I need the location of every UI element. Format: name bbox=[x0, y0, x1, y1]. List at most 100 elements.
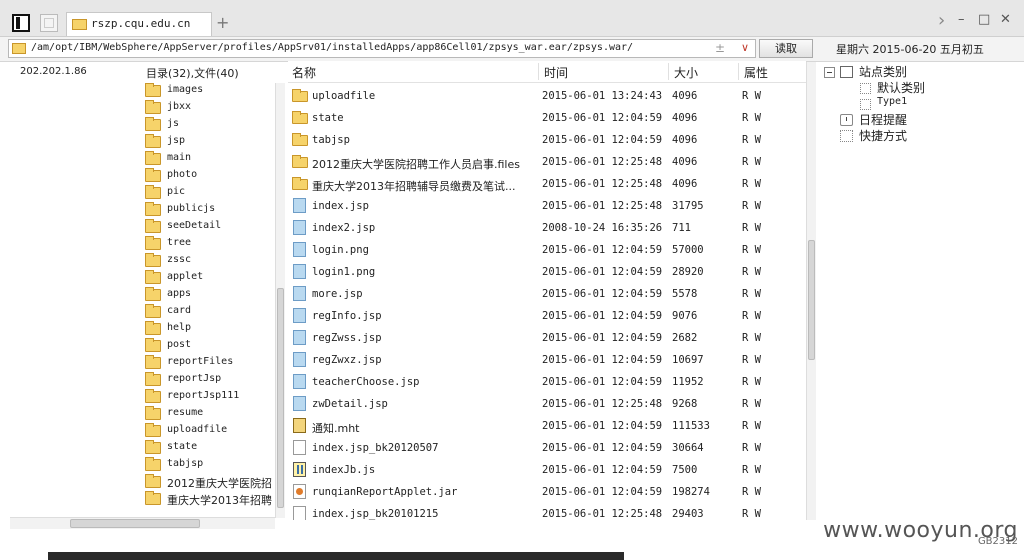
folder-icon bbox=[145, 423, 161, 437]
file-row[interactable]: login1.png 2015-06-01 12:04:59 28920 R W bbox=[288, 261, 806, 283]
tab-rszp[interactable]: rszp.cqu.edu.cn bbox=[66, 12, 212, 36]
folder-icon bbox=[145, 355, 161, 369]
category-icon bbox=[860, 83, 871, 94]
server-ip: 202.202.1.86 bbox=[20, 66, 87, 77]
date-display: 星期六 2015-06-20 五月初五 bbox=[836, 43, 984, 56]
folder-icon bbox=[145, 474, 161, 488]
site-category-icon bbox=[840, 66, 853, 78]
file-row[interactable]: index.jsp_bk20120507 2015-06-01 12:04:59 3… bbox=[288, 437, 806, 459]
file-row[interactable]: 重庆大学2013年招聘辅导员缴费及笔试... 2015-06-01 12:25:4… bbox=[288, 173, 806, 195]
document-icon bbox=[293, 374, 306, 389]
file-row[interactable]: index2.jsp 2008-10-24 16:35:26 711 R W bbox=[288, 217, 806, 239]
file-row[interactable]: uploadfile 2015-06-01 13:24:43 4096 R W bbox=[288, 85, 806, 107]
default-category[interactable]: 默认类别 bbox=[877, 79, 925, 96]
file-list: uploadfile 2015-06-01 13:24:43 4096 R W sta… bbox=[288, 85, 806, 520]
file-row[interactable]: regZwxz.jsp 2015-06-01 12:04:59 10697 R W bbox=[288, 349, 806, 371]
sidebar-toggle-icon[interactable] bbox=[12, 14, 30, 32]
folder-icon bbox=[292, 133, 308, 146]
file-row[interactable]: runqianReportApplet.jar 2015-06-01 12:04:… bbox=[288, 481, 806, 503]
folder-icon bbox=[12, 43, 26, 54]
column-size[interactable]: 大小 bbox=[674, 64, 698, 81]
category-type1[interactable]: Type1 bbox=[877, 96, 907, 107]
column-divider bbox=[538, 63, 539, 80]
folder-icon bbox=[145, 219, 161, 233]
document-icon bbox=[293, 242, 306, 257]
tree-horizontal-scrollbar[interactable] bbox=[10, 517, 275, 529]
file-row[interactable]: tabjsp 2015-06-01 12:04:59 4096 R W bbox=[288, 129, 806, 151]
tree-header: 目录(32),文件(40) bbox=[146, 67, 239, 80]
file-list-scrollbar[interactable] bbox=[806, 62, 816, 520]
file-row[interactable]: regZwss.jsp 2015-06-01 12:04:59 2682 R W bbox=[288, 327, 806, 349]
address-field[interactable]: /am/opt/IBM/WebSphere/AppServer/profiles… bbox=[8, 39, 756, 58]
tab-bar: rszp.cqu.edu.cn + › – □ ✕ bbox=[0, 0, 1024, 37]
scroll-thumb[interactable] bbox=[70, 519, 200, 528]
plus-minus-icon[interactable]: ± bbox=[715, 41, 725, 55]
blank-file-icon bbox=[293, 440, 306, 455]
folder-icon bbox=[145, 202, 161, 216]
shortcuts[interactable]: 快捷方式 bbox=[859, 127, 907, 144]
folder-icon bbox=[145, 185, 161, 199]
file-row[interactable]: indexJb.js 2015-06-01 12:04:59 7500 R W bbox=[288, 459, 806, 481]
clock-icon bbox=[840, 114, 853, 126]
folder-icon bbox=[145, 304, 161, 318]
folder-icon bbox=[292, 111, 308, 124]
page-icon[interactable] bbox=[40, 14, 58, 32]
file-row[interactable]: 2012重庆大学医院招聘工作人员启事.files 2015-06-01 12:25… bbox=[288, 151, 806, 173]
tree-vertical-scrollbar[interactable] bbox=[275, 83, 285, 518]
document-icon bbox=[293, 330, 306, 345]
blank-file-icon bbox=[293, 506, 306, 520]
file-row[interactable]: zwDetail.jsp 2015-06-01 12:25:48 9268 R W bbox=[288, 393, 806, 415]
column-time[interactable]: 时间 bbox=[544, 64, 568, 81]
bottom-strip bbox=[48, 552, 624, 560]
column-name[interactable]: 名称 bbox=[292, 64, 316, 81]
file-row[interactable]: state 2015-06-01 12:04:59 4096 R W bbox=[288, 107, 806, 129]
document-icon bbox=[293, 220, 306, 235]
script-file-icon bbox=[293, 462, 306, 477]
file-row[interactable]: 通知.mht 2015-06-01 12:04:59 111533 R W bbox=[288, 415, 806, 437]
file-row[interactable]: more.jsp 2015-06-01 12:04:59 5578 R W bbox=[288, 283, 806, 305]
scroll-thumb[interactable] bbox=[808, 240, 815, 360]
maximize-button[interactable]: □ bbox=[978, 12, 990, 27]
document-icon bbox=[293, 198, 306, 213]
new-tab-button[interactable]: + bbox=[216, 13, 229, 32]
folder-icon bbox=[145, 440, 161, 454]
folder-icon bbox=[145, 287, 161, 301]
folder-icon bbox=[145, 321, 161, 335]
minimize-button[interactable]: – bbox=[958, 12, 965, 27]
folder-icon bbox=[145, 491, 161, 505]
file-row[interactable]: index.jsp_bk20101215 2015-06-01 12:25:48 2… bbox=[288, 503, 806, 520]
chevron-right-icon[interactable]: › bbox=[938, 10, 945, 31]
folder-icon bbox=[145, 270, 161, 284]
site-panel: 站点类别 默认类别 Type1 日程提醒 快捷方式 bbox=[818, 62, 1024, 522]
document-icon bbox=[293, 286, 306, 301]
folder-icon bbox=[145, 389, 161, 403]
document-icon bbox=[293, 396, 306, 411]
file-row[interactable]: login.png 2015-06-01 12:04:59 57000 R W bbox=[288, 239, 806, 261]
schedule-reminder[interactable]: 日程提醒 bbox=[859, 111, 907, 128]
close-button[interactable]: ✕ bbox=[1000, 12, 1011, 27]
java-archive-icon bbox=[293, 484, 306, 499]
category-icon bbox=[860, 99, 871, 110]
folder-icon bbox=[145, 117, 161, 131]
read-button[interactable]: 读取 bbox=[759, 39, 813, 58]
file-row[interactable]: index.jsp 2015-06-01 12:25:48 31795 R W bbox=[288, 195, 806, 217]
file-row[interactable]: teacherChoose.jsp 2015-06-01 12:04:59 1195… bbox=[288, 371, 806, 393]
folder-icon bbox=[145, 168, 161, 182]
site-category[interactable]: 站点类别 bbox=[859, 63, 907, 80]
address-path: /am/opt/IBM/WebSphere/AppServer/profiles… bbox=[31, 42, 634, 53]
file-row[interactable]: regInfo.jsp 2015-06-01 12:04:59 9076 R W bbox=[288, 305, 806, 327]
folder-icon bbox=[145, 457, 161, 471]
folder-icon bbox=[145, 236, 161, 250]
file-list-header: 名称 时间 大小 属性 bbox=[288, 61, 806, 83]
folder-icon bbox=[145, 253, 161, 267]
column-attr[interactable]: 属性 bbox=[744, 64, 768, 81]
address-row: /am/opt/IBM/WebSphere/AppServer/profiles… bbox=[0, 37, 1024, 62]
shortcut-icon bbox=[840, 130, 853, 142]
column-divider bbox=[668, 63, 669, 80]
mht-file-icon bbox=[293, 418, 306, 433]
collapse-icon[interactable] bbox=[824, 67, 835, 78]
chevron-down-icon[interactable]: ∨ bbox=[741, 41, 749, 54]
folder-icon bbox=[72, 19, 87, 30]
scroll-thumb[interactable] bbox=[277, 288, 284, 508]
folder-icon bbox=[292, 155, 308, 168]
